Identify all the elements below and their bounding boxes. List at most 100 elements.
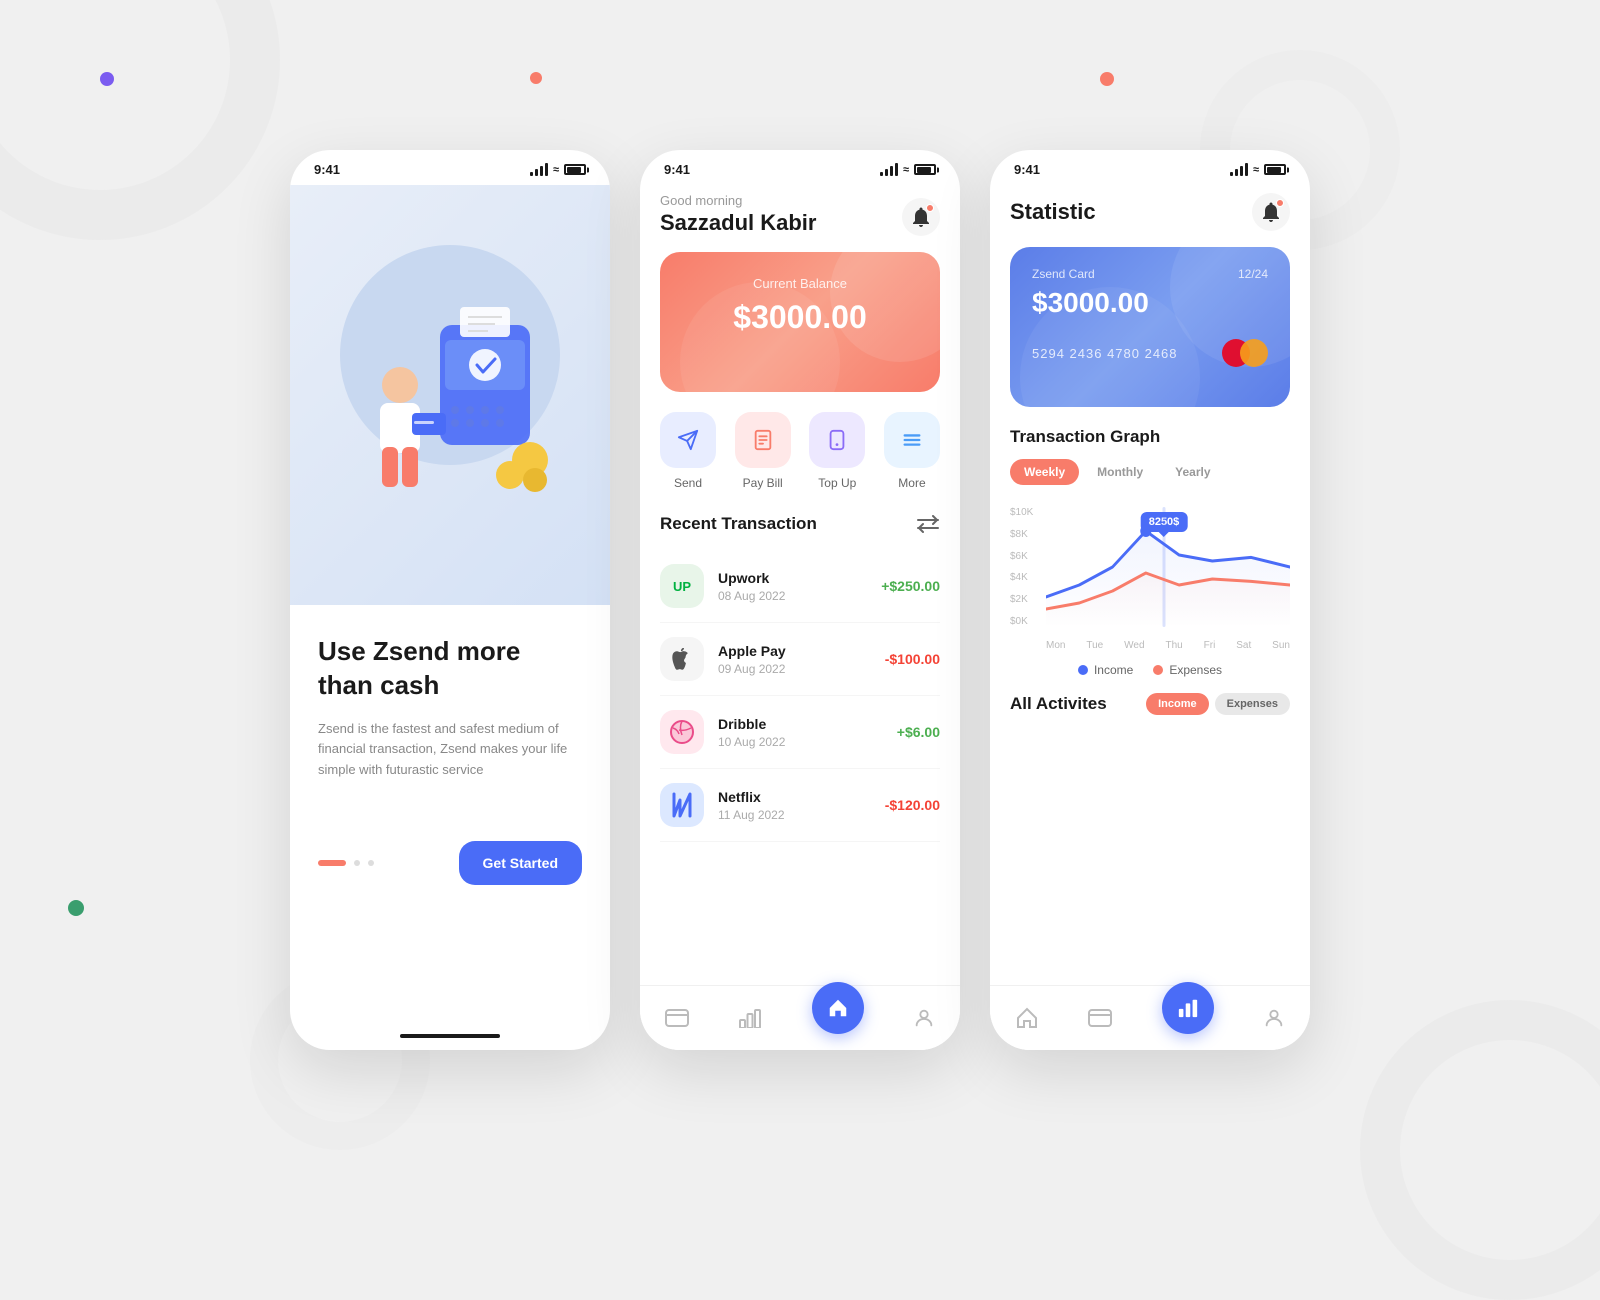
dribble-date: 10 Aug 2022 <box>718 735 897 749</box>
status-bar-2: 9:41 ≈ <box>640 150 960 185</box>
mc-yellow-circle <box>1240 339 1268 367</box>
upwork-amount: +$250.00 <box>881 578 940 594</box>
tab-income[interactable]: Income <box>1146 693 1209 715</box>
netflix-logo <box>672 792 692 818</box>
activities-section: All Activites Income Expenses <box>1010 693 1290 715</box>
chart-area: $10K $8K $6K $4K $2K $0K 8250$ <box>1010 497 1290 657</box>
onboarding-heading: Use Zsend more than cash <box>318 635 582 703</box>
upwork-info: Upwork 08 Aug 2022 <box>718 570 881 603</box>
bill-icon <box>752 429 774 451</box>
sb2 <box>885 169 888 176</box>
chart-legend: Income Expenses <box>1010 663 1290 677</box>
notification-dot <box>926 204 934 212</box>
stats-nav-home[interactable] <box>1015 1006 1039 1030</box>
tab-monthly[interactable]: Monthly <box>1083 459 1157 485</box>
card-balance: $3000.00 <box>1032 287 1268 319</box>
transaction-apple: Apple Pay 09 Aug 2022 -$100.00 <box>660 623 940 696</box>
quick-actions-row: Send Pay Bill <box>660 412 940 490</box>
get-started-button[interactable]: Get Started <box>459 841 582 885</box>
stats-nav-profile[interactable] <box>1263 1006 1285 1030</box>
nav-profile[interactable] <box>913 1006 935 1030</box>
signal-bar-2 <box>535 169 538 176</box>
illustration-svg <box>330 265 570 525</box>
action-paybill[interactable]: Pay Bill <box>735 412 791 490</box>
tab-expenses[interactable]: Expenses <box>1215 693 1290 715</box>
tab-yearly[interactable]: Yearly <box>1161 459 1224 485</box>
balance-card: Current Balance $3000.00 <box>660 252 940 392</box>
status-time-1: 9:41 <box>314 162 340 177</box>
action-topup[interactable]: Top Up <box>809 412 865 490</box>
status-icons-1: ≈ <box>530 164 586 176</box>
dribble-name: Dribble <box>718 716 897 732</box>
x-fri: Fri <box>1204 640 1216 651</box>
header-row: Good morning Sazzadul Kabir <box>660 193 940 236</box>
transaction-dribble: Dribble 10 Aug 2022 +$6.00 <box>660 696 940 769</box>
y-axis-labels: $10K $8K $6K $4K $2K $0K <box>1010 507 1033 627</box>
status-bar-1: 9:41 ≈ <box>290 150 610 185</box>
stats-notification-button[interactable] <box>1252 193 1290 231</box>
legend-income: Income <box>1078 663 1133 677</box>
netflix-icon <box>660 783 704 827</box>
battery-icon-2 <box>914 164 936 175</box>
stats-nav-card[interactable] <box>1088 1009 1112 1027</box>
nav-home-button[interactable] <box>812 982 864 1034</box>
transfer-icon <box>916 515 940 533</box>
signal-bar-4 <box>545 163 548 176</box>
wifi-icon-3: ≈ <box>1253 164 1259 176</box>
transactions-header: Recent Transaction <box>660 514 940 534</box>
phone1-text-area: Use Zsend more than cash Zsend is the fa… <box>290 605 610 841</box>
card-number: 5294 2436 4780 2468 <box>1032 346 1178 361</box>
phone-dashboard: 9:41 ≈ Good morning <box>640 150 960 1050</box>
wifi-icon-2: ≈ <box>903 164 909 176</box>
signal-bar-1 <box>530 172 533 176</box>
profile-nav-icon <box>913 1006 935 1030</box>
apple-info: Apple Pay 09 Aug 2022 <box>718 643 885 676</box>
chart-fab-icon <box>1177 997 1199 1019</box>
income-legend-dot <box>1078 665 1088 675</box>
nav-stats[interactable] <box>738 1008 762 1028</box>
user-name: Sazzadul Kabir <box>660 210 816 236</box>
x-axis-labels: Mon Tue Wed Thu Fri Sat Sun <box>1046 640 1290 651</box>
status-time-3: 9:41 <box>1014 162 1040 177</box>
y-10k: $10K <box>1010 507 1033 518</box>
dribble-icon <box>660 710 704 754</box>
onboarding-subtext: Zsend is the fastest and safest medium o… <box>318 719 582 781</box>
card-nav-icon-3 <box>1088 1009 1112 1027</box>
action-more[interactable]: More <box>884 412 940 490</box>
phone-onboarding: 9:41 ≈ <box>290 150 610 1050</box>
signal-icon-2 <box>880 164 898 176</box>
bg-dot-3 <box>1100 72 1114 86</box>
upwork-name: Upwork <box>718 570 881 586</box>
apple-name: Apple Pay <box>718 643 885 659</box>
tab-weekly[interactable]: Weekly <box>1010 459 1079 485</box>
topup-icon <box>826 429 848 451</box>
bg-dot-4 <box>68 900 84 916</box>
activities-tabs: Income Expenses <box>1146 693 1290 715</box>
y-2k: $2K <box>1010 594 1033 605</box>
status-icons-2: ≈ <box>880 164 936 176</box>
battery-fill-2 <box>917 167 931 173</box>
y-0k: $0K <box>1010 616 1033 627</box>
battery-fill-1 <box>567 167 581 173</box>
dribble-logo <box>669 719 695 745</box>
inactive-dot-1 <box>354 860 360 866</box>
status-bar-3: 9:41 ≈ <box>990 150 1310 185</box>
home-indicator-1 <box>400 1034 500 1038</box>
nav-card[interactable] <box>665 1009 689 1027</box>
netflix-amount: -$120.00 <box>885 797 940 813</box>
card-bottom-row: 5294 2436 4780 2468 <box>1032 339 1268 367</box>
send-label: Send <box>674 476 702 490</box>
signal-icon-1 <box>530 164 548 176</box>
stats-nav-chart-button[interactable] <box>1162 982 1214 1034</box>
activities-header-row: All Activites Income Expenses <box>1010 693 1290 715</box>
credit-card: Zsend Card 12/24 $3000.00 5294 2436 4780… <box>1010 247 1290 407</box>
apple-date: 09 Aug 2022 <box>718 662 885 676</box>
sb1 <box>880 172 883 176</box>
sb4 <box>895 163 898 176</box>
mastercard-logo <box>1222 339 1268 367</box>
action-send[interactable]: Send <box>660 412 716 490</box>
phone1-bottom-area: Get Started <box>290 841 610 885</box>
line-chart-svg <box>1046 507 1290 627</box>
notification-button[interactable] <box>902 198 940 236</box>
more-icon <box>901 429 923 451</box>
